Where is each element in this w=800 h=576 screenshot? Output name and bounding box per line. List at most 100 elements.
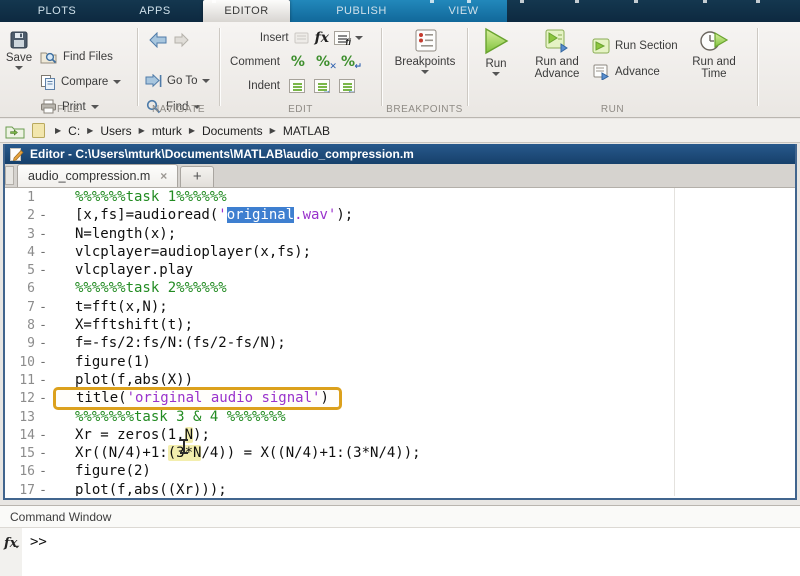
breakpoint-dash[interactable]: - bbox=[35, 445, 51, 463]
breakpoints-dropdown-caret[interactable] bbox=[421, 70, 429, 74]
code-line[interactable]: 5-vlcplayer.play bbox=[5, 261, 795, 279]
line-number[interactable]: 4 bbox=[5, 244, 35, 262]
goto-button[interactable]: Go To bbox=[144, 74, 210, 88]
code-line[interactable]: 12-title('original audio signal') bbox=[5, 389, 795, 407]
line-number[interactable]: 8 bbox=[5, 317, 35, 335]
line-number[interactable]: 11 bbox=[5, 372, 35, 390]
breakpoint-dash[interactable]: - bbox=[35, 335, 51, 353]
goto-dropdown-caret[interactable] bbox=[202, 79, 210, 83]
code-text: N=length(x); bbox=[51, 226, 176, 242]
code-line[interactable]: 2-[x,fs]=audioread('original.wav'); bbox=[5, 206, 795, 224]
breadcrumb-item[interactable]: Users bbox=[100, 124, 131, 138]
run-section-button[interactable]: Run Section bbox=[592, 38, 678, 54]
code-line[interactable]: 7-t=fft(x,N); bbox=[5, 298, 795, 316]
ribbon-tab-view[interactable]: VIEW bbox=[420, 0, 507, 22]
breakpoint-dash[interactable]: - bbox=[35, 463, 51, 481]
line-number[interactable]: 9 bbox=[5, 335, 35, 353]
command-window[interactable]: Command Window fx >> bbox=[0, 505, 800, 576]
insert-fx-icon[interactable]: fx bbox=[315, 30, 329, 46]
command-window-header[interactable]: Command Window bbox=[0, 506, 800, 528]
compare-dropdown-caret[interactable] bbox=[113, 80, 121, 84]
breakpoint-dash[interactable]: - bbox=[35, 207, 51, 225]
save-dropdown-caret[interactable] bbox=[15, 66, 23, 70]
section-label-navigate: NAVIGATE bbox=[138, 104, 219, 115]
folder-icon[interactable] bbox=[31, 122, 46, 139]
line-number[interactable]: 1 bbox=[5, 189, 35, 207]
code-segment: ' bbox=[218, 207, 226, 223]
line-number[interactable]: 2 bbox=[5, 207, 35, 225]
run-and-time-button[interactable]: Run and Time bbox=[684, 28, 744, 80]
line-number[interactable]: 7 bbox=[5, 299, 35, 317]
fx-function-hint-icon[interactable]: fx bbox=[4, 534, 25, 552]
editor-title-bar[interactable]: Editor - C:\Users\mturk\Documents\MATLAB… bbox=[5, 144, 795, 164]
tab-close-icon[interactable]: × bbox=[160, 169, 167, 183]
code-line[interactable]: 17-plot(f,abs((Xr))); bbox=[5, 481, 795, 496]
code-line[interactable]: 3-N=length(x); bbox=[5, 225, 795, 243]
command-prompt[interactable]: >> bbox=[30, 534, 47, 550]
breadcrumb-item[interactable]: Documents bbox=[202, 124, 263, 138]
line-number[interactable]: 3 bbox=[5, 226, 35, 244]
smart-indent-icon[interactable] bbox=[289, 79, 305, 93]
line-number[interactable]: 16 bbox=[5, 463, 35, 481]
editor-side-strip[interactable] bbox=[5, 166, 14, 185]
back-arrow-icon[interactable] bbox=[148, 32, 168, 48]
command-window-body[interactable]: fx >> bbox=[0, 528, 800, 576]
ribbon-tab-apps[interactable]: APPS bbox=[115, 0, 195, 22]
code-line[interactable]: 1%%%%%%task 1%%%%%% bbox=[5, 188, 795, 206]
advance-button[interactable]: Advance bbox=[592, 64, 660, 80]
line-number[interactable]: 13 bbox=[5, 409, 35, 427]
document-tab[interactable]: audio_compression.m × bbox=[17, 164, 178, 187]
code-line[interactable]: 4-vlcplayer=audioplayer(x,fs); bbox=[5, 243, 795, 261]
run-dropdown-caret[interactable] bbox=[492, 72, 500, 76]
indent-left-icon[interactable]: ← bbox=[339, 79, 355, 93]
code-line[interactable]: 10-figure(1) bbox=[5, 353, 795, 371]
breadcrumb-item[interactable]: MATLAB bbox=[283, 124, 330, 138]
breakpoint-dash[interactable]: - bbox=[35, 482, 51, 496]
breadcrumb-item[interactable]: mturk bbox=[152, 124, 182, 138]
run-button[interactable]: Run bbox=[476, 26, 516, 76]
line-number[interactable]: 6 bbox=[5, 280, 35, 298]
code-line[interactable]: 9-f=-fs/2:fs/N:(fs/2-fs/N); bbox=[5, 334, 795, 352]
uncomment-icon[interactable]: %✕ bbox=[316, 54, 330, 70]
indent-right-icon[interactable]: → bbox=[314, 79, 330, 93]
line-number[interactable]: 17 bbox=[5, 482, 35, 496]
breakpoint-dash[interactable]: - bbox=[35, 317, 51, 335]
breakpoint-dash[interactable]: - bbox=[35, 226, 51, 244]
ribbon-tab-editor[interactable]: EDITOR bbox=[203, 0, 290, 22]
find-files-button[interactable]: Find Files bbox=[40, 49, 113, 64]
ribbon-tab-publish[interactable]: PUBLISH bbox=[318, 0, 405, 22]
new-tab-button[interactable]: + bbox=[180, 166, 214, 187]
comment-icon[interactable]: % bbox=[291, 54, 305, 70]
code-line[interactable]: 15-Xr((N/4)+1:(3*N/4)) = X((N/4)+1:(3*N/… bbox=[5, 444, 795, 462]
browse-folder-icon[interactable] bbox=[5, 123, 25, 139]
run-section-icon bbox=[592, 38, 610, 54]
breakpoint-dash[interactable]: - bbox=[35, 372, 51, 390]
run-and-advance-button[interactable]: Run and Advance bbox=[526, 28, 588, 80]
breadcrumb-item[interactable]: C: bbox=[68, 124, 80, 138]
line-number[interactable]: 12 bbox=[5, 390, 35, 408]
line-number[interactable]: 14 bbox=[5, 427, 35, 445]
ribbon-tab-plots[interactable]: PLOTS bbox=[17, 0, 97, 22]
wrap-comment-icon[interactable]: %↵ bbox=[341, 54, 355, 70]
breakpoint-dash[interactable]: - bbox=[35, 262, 51, 280]
code-line[interactable]: 8-X=fftshift(t); bbox=[5, 316, 795, 334]
compare-button[interactable]: Compare bbox=[40, 74, 121, 90]
breakpoint-dash[interactable]: - bbox=[35, 299, 51, 317]
breakpoint-dash[interactable]: - bbox=[35, 390, 51, 408]
run-icon bbox=[481, 26, 511, 56]
code-editor[interactable]: 1%%%%%%task 1%%%%%%2-[x,fs]=audioread('o… bbox=[5, 188, 795, 496]
save-button[interactable]: Save bbox=[4, 30, 34, 70]
line-number[interactable]: 15 bbox=[5, 445, 35, 463]
line-number[interactable]: 10 bbox=[5, 354, 35, 372]
code-line[interactable]: 13%%%%%%%task 3 & 4 %%%%%%% bbox=[5, 408, 795, 426]
code-line[interactable]: 16-figure(2) bbox=[5, 462, 795, 480]
code-line[interactable]: 14-Xr = zeros(1,N); bbox=[5, 426, 795, 444]
breakpoint-dash[interactable]: - bbox=[35, 354, 51, 372]
insert-function-icon[interactable]: fi bbox=[334, 31, 350, 45]
insert-dropdown-caret[interactable] bbox=[355, 36, 363, 40]
line-number[interactable]: 5 bbox=[5, 262, 35, 280]
code-line[interactable]: 6%%%%%%task 2%%%%%% bbox=[5, 279, 795, 297]
breakpoint-dash[interactable]: - bbox=[35, 427, 51, 445]
breakpoints-button[interactable]: Breakpoints bbox=[388, 28, 462, 74]
breakpoint-dash[interactable]: - bbox=[35, 244, 51, 262]
